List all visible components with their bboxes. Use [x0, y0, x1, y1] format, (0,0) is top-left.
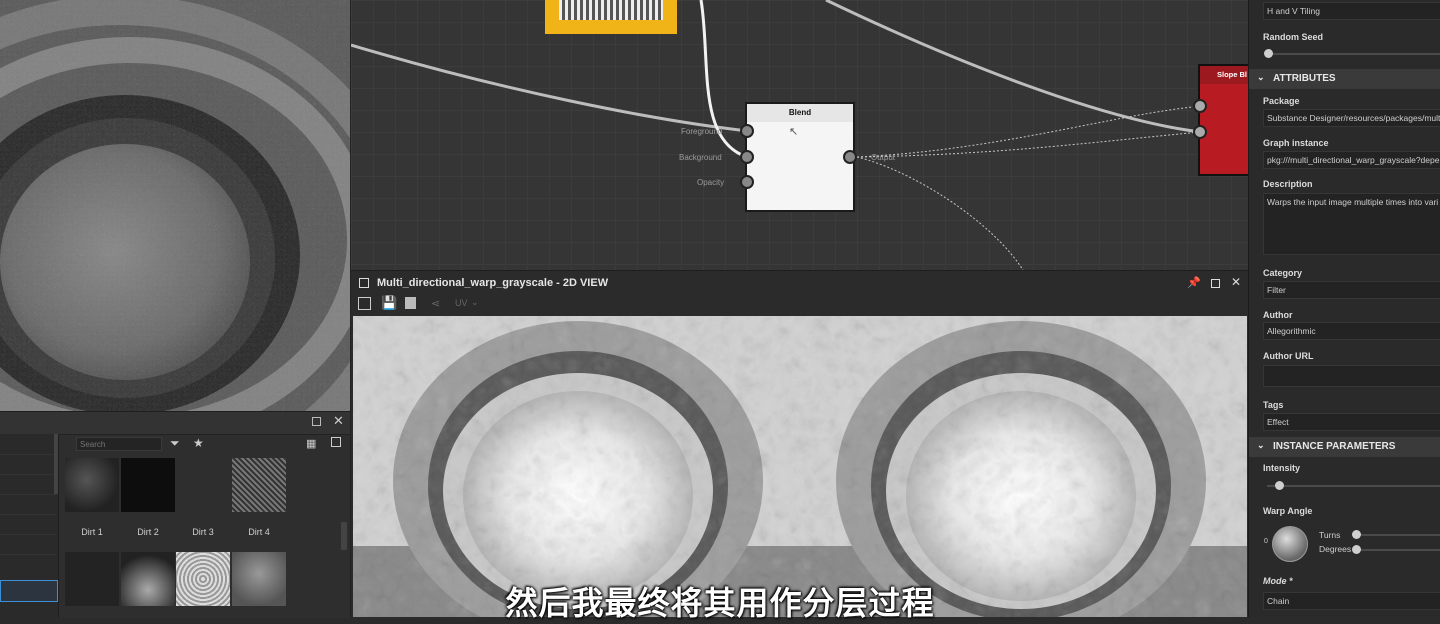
thumbnail-label: Dirt 2 — [137, 527, 159, 537]
author-url-field[interactable] — [1263, 365, 1440, 387]
slope-blur-node[interactable]: Slope Bl — [1198, 64, 1249, 176]
tiling-dropdown[interactable]: H and V Tiling — [1263, 2, 1440, 20]
input-pin-opacity[interactable] — [740, 175, 754, 189]
mouse-cursor-icon: ↖ — [789, 126, 799, 138]
tags-label: Tags — [1263, 400, 1284, 410]
library-scrollbar[interactable] — [341, 522, 347, 550]
2d-view-image[interactable] — [353, 316, 1247, 617]
turns-label: Turns — [1319, 530, 1341, 540]
input-label-opacity: Opacity — [697, 178, 725, 187]
video-subtitle: 然后我最终将其用作分层过程 — [505, 585, 935, 621]
library-search-input[interactable] — [76, 437, 162, 451]
2d-view-render — [353, 316, 1247, 617]
close-icon[interactable]: ✕ — [333, 413, 344, 429]
warp-angle-label: Warp Angle — [1263, 506, 1313, 516]
random-seed-slider[interactable] — [1267, 53, 1440, 55]
random-seed-slider-knob[interactable] — [1264, 49, 1273, 58]
output-label: Output — [871, 153, 896, 162]
3d-viewport-render — [0, 0, 350, 411]
chevron-down-icon: ⌄ — [471, 297, 479, 307]
2d-view-panel: Multi_directional_warp_grayscale - 2D VI… — [350, 270, 1249, 617]
pin-icon[interactable]: 📌 — [1187, 276, 1201, 289]
thumbnail-label: Dirt 3 — [192, 527, 214, 537]
thumbnail-label: Dirt 1 — [81, 527, 103, 537]
warp-angle-dial[interactable] — [1272, 526, 1308, 562]
input-label-background: Background — [679, 153, 722, 162]
package-label: Package — [1263, 96, 1300, 106]
maximize-icon[interactable] — [312, 417, 321, 426]
graph-editor[interactable]: Blend ↖ Foreground Background Opacity Ou… — [350, 0, 1249, 270]
attributes-section-header[interactable]: ⌄ ATTRIBUTES — [1249, 69, 1440, 89]
intensity-label: Intensity — [1263, 463, 1301, 473]
thumbnail-label: Dirt 4 — [248, 527, 270, 537]
slope-blur-node-title: Slope Bl — [1200, 66, 1249, 84]
properties-panel: H and V Tiling Random Seed ⌄ ATTRIBUTES … — [1248, 0, 1440, 617]
share-icon[interactable]: ⋖ — [431, 297, 440, 310]
attributes-title: ATTRIBUTES — [1273, 73, 1336, 84]
degrees-label: Degrees — [1319, 544, 1352, 554]
output-pin[interactable] — [843, 150, 857, 164]
fit-view-icon[interactable] — [358, 297, 371, 310]
tree-row[interactable] — [0, 454, 56, 475]
author-url-label: Author URL — [1263, 351, 1314, 361]
blend-node[interactable]: Blend — [745, 102, 855, 212]
category-field[interactable]: Filter — [1263, 281, 1440, 299]
favorites-icon[interactable]: ★ — [193, 436, 204, 450]
view-toggle-icon[interactable] — [331, 437, 341, 447]
tree-scrollbar[interactable] — [54, 434, 58, 494]
thumbnail-dirt-3[interactable] — [176, 458, 230, 512]
thumbnail-dirt-4[interactable] — [232, 458, 286, 512]
3d-viewport[interactable] — [0, 0, 350, 411]
maximize-icon[interactable] — [1211, 279, 1220, 288]
input-label-foreground: Foreground — [681, 127, 723, 136]
author-label: Author — [1263, 310, 1293, 320]
filter-icon[interactable]: ⏷ — [170, 436, 180, 451]
2d-view-title: Multi_directional_warp_grayscale - 2D VI… — [377, 277, 609, 289]
tree-row[interactable] — [0, 474, 56, 495]
random-seed-label: Random Seed — [1263, 32, 1324, 42]
copy-icon[interactable] — [405, 297, 416, 309]
turns-slider[interactable] — [1359, 534, 1440, 536]
degrees-slider-knob[interactable] — [1352, 545, 1361, 554]
2d-view-titlebar: Multi_directional_warp_grayscale - 2D VI… — [351, 270, 1249, 295]
chevron-down-icon: ⌄ — [1257, 72, 1265, 82]
library-titlebar: ✕ — [0, 412, 350, 435]
turns-slider-knob[interactable] — [1352, 530, 1361, 539]
description-label: Description — [1263, 179, 1313, 189]
close-icon[interactable]: ✕ — [1231, 275, 1241, 289]
graph-instance-field[interactable]: pkg:///multi_directional_warp_grayscale?… — [1263, 151, 1440, 169]
input-pin-slope-1[interactable] — [1193, 99, 1207, 113]
instance-parameters-section-header[interactable]: ⌄ INSTANCE PARAMETERS — [1249, 437, 1440, 457]
author-field[interactable]: Allegorithmic — [1263, 322, 1440, 340]
tags-field[interactable]: Effect — [1263, 413, 1440, 431]
grid-view-icon[interactable]: ▦ — [306, 437, 316, 450]
selected-node[interactable] — [545, 0, 677, 34]
tree-row[interactable] — [0, 534, 56, 555]
description-field[interactable]: Warps the input image multiple times int… — [1263, 193, 1440, 255]
intensity-slider-knob[interactable] — [1275, 481, 1284, 490]
2d-view-icon — [359, 278, 369, 288]
dial-zero-label: 0 — [1264, 538, 1268, 545]
tree-row[interactable] — [0, 434, 56, 455]
degrees-slider[interactable] — [1359, 549, 1440, 551]
tree-row[interactable] — [0, 514, 56, 535]
instance-parameters-title: INSTANCE PARAMETERS — [1273, 441, 1396, 452]
input-pin-foreground[interactable] — [740, 124, 754, 138]
input-pin-background[interactable] — [740, 150, 754, 164]
category-label: Category — [1263, 268, 1303, 278]
intensity-slider[interactable] — [1267, 485, 1440, 487]
input-pin-slope-2[interactable] — [1193, 125, 1207, 139]
2d-view-toolbar: 💾 ⋖ UV ⌄ — [351, 294, 1249, 316]
node-thumbnail — [559, 0, 663, 20]
tree-row[interactable] — [0, 494, 56, 515]
uv-dropdown[interactable]: UV — [455, 298, 468, 308]
blend-node-title: Blend — [747, 104, 853, 122]
thumbnail-dirt-2[interactable] — [121, 458, 175, 512]
thumbnail-dirt-1[interactable] — [65, 458, 119, 512]
package-field[interactable]: Substance Designer/resources/packages/mu… — [1263, 109, 1440, 127]
chevron-down-icon: ⌄ — [1257, 440, 1265, 450]
graph-instance-label: Graph instance — [1263, 138, 1329, 148]
save-icon[interactable]: 💾 — [381, 295, 397, 311]
